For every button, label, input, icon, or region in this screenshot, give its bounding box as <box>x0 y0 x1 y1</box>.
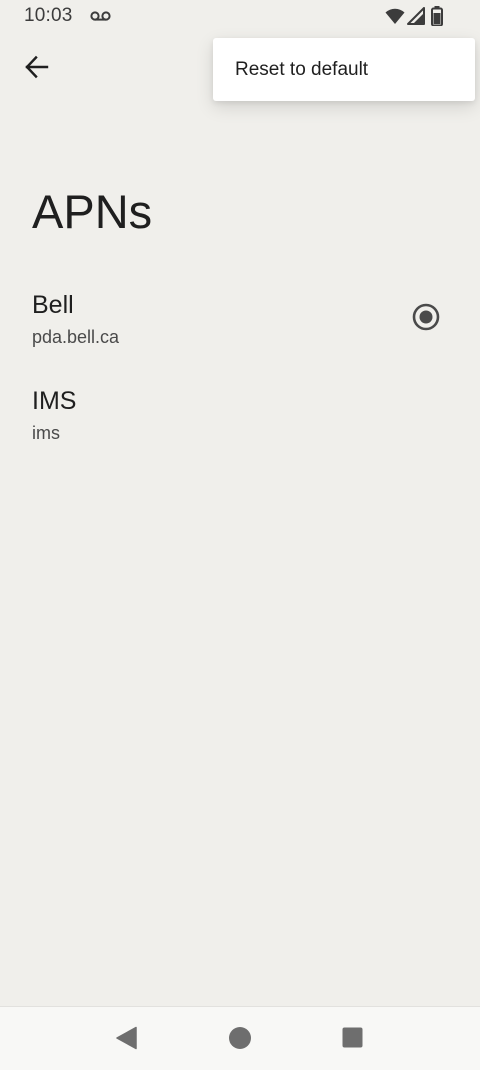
voicemail-icon <box>90 9 112 28</box>
radio-selected-icon[interactable] <box>411 302 441 332</box>
apn-name: IMS <box>32 387 77 415</box>
overflow-menu: Reset to default <box>213 38 475 101</box>
page-title: APNs <box>32 185 153 238</box>
apn-item-bell[interactable]: Bell pda.bell.ca <box>0 291 480 387</box>
navigation-bar <box>0 1006 480 1070</box>
status-bar: 10:03 <box>0 0 480 34</box>
back-triangle-icon[interactable] <box>115 1026 137 1055</box>
apn-item-ims[interactable]: IMS ims <box>0 387 480 483</box>
back-button[interactable] <box>14 46 60 92</box>
battery-icon <box>431 6 443 31</box>
home-circle-icon[interactable] <box>228 1026 252 1055</box>
menu-item-reset-to-default[interactable]: Reset to default <box>213 38 475 101</box>
apn-name: Bell <box>32 291 74 319</box>
apn-value: pda.bell.ca <box>32 327 120 347</box>
recents-square-icon[interactable] <box>342 1027 363 1053</box>
wifi-icon <box>385 7 405 30</box>
status-time: 10:03 <box>24 5 73 26</box>
arrow-back-icon <box>24 54 50 85</box>
apn-value: ims <box>32 423 60 443</box>
signal-icon <box>407 7 425 30</box>
